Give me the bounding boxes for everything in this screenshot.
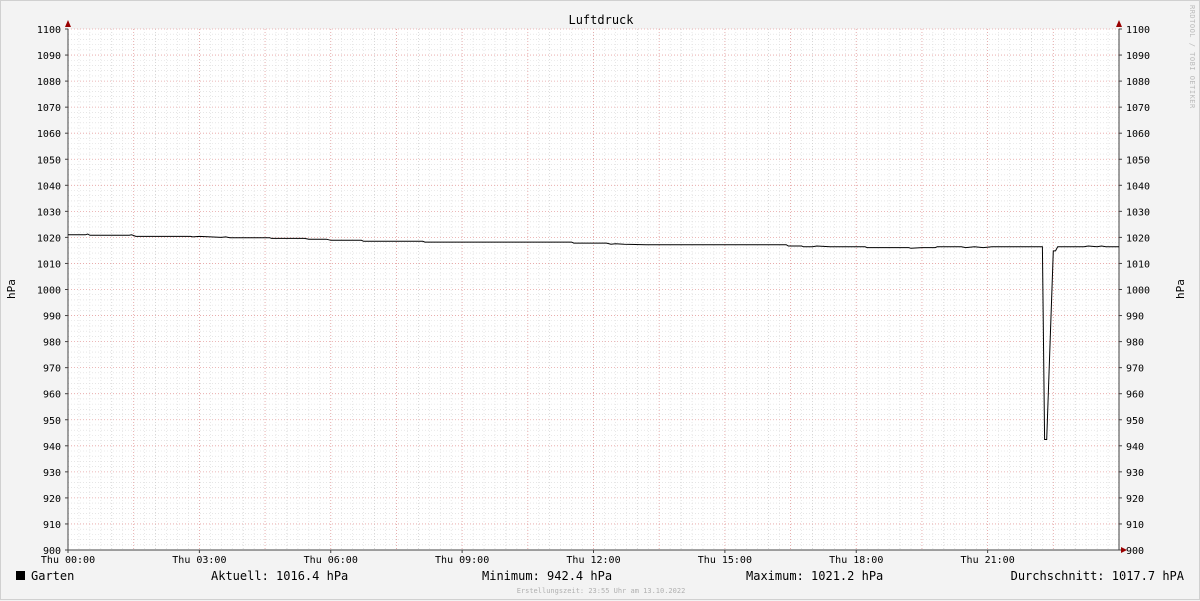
y-tick-label-left: 1060 <box>37 129 61 140</box>
y-tick-label-left: 990 <box>43 312 61 323</box>
y-tick-label-right: 1040 <box>1126 181 1150 192</box>
y-tick-label-left: 940 <box>43 442 61 453</box>
y-tick-label-left: 950 <box>43 416 61 427</box>
legend-minimum: Minimum: 942.4 hPa <box>482 569 612 583</box>
y-axis-label-left: hPa <box>5 279 18 299</box>
x-tick-label: Thu 12:00 <box>566 555 620 566</box>
y-tick-label-right: 970 <box>1126 364 1144 375</box>
x-tick-label: Thu 09:00 <box>435 555 489 566</box>
x-tick-label: Thu 03:00 <box>172 555 226 566</box>
y-tick-label-right: 1080 <box>1126 77 1150 88</box>
y-tick-label-right: 1090 <box>1126 51 1150 62</box>
chart-window: Luftdruck 900 910 920 930 940 950 960 970 980 990… <box>0 0 1200 600</box>
y-tick-label-right: 1010 <box>1126 259 1150 270</box>
y-tick-label-left: 980 <box>43 338 61 349</box>
y-tick-label-left: 1100 <box>37 25 61 36</box>
y-tick-label-left: 1010 <box>37 259 61 270</box>
y-tick-label-left: 1070 <box>37 103 61 114</box>
y-tick-label-right: 980 <box>1126 338 1144 349</box>
y-tick-label-right: 1050 <box>1126 155 1150 166</box>
y-tick-label-left: 1000 <box>37 286 61 297</box>
legend-maximum: Maximum: 1021.2 hPa <box>746 569 883 583</box>
y-tick-label-left: 1080 <box>37 77 61 88</box>
legend-swatch <box>16 571 25 580</box>
y-tick-label-right: 1100 <box>1126 25 1150 36</box>
pressure-chart: Luftdruck 900 910 920 930 940 950 960 970 980 990… <box>5 5 1196 595</box>
legend-current: Aktuell: 1016.4 hPa <box>211 569 348 583</box>
y-tick-label-right: 930 <box>1126 468 1144 479</box>
y-tick-label-left: 920 <box>43 494 61 505</box>
y-tick-label-right: 920 <box>1126 494 1144 505</box>
y-tick-label-right: 940 <box>1126 442 1144 453</box>
y-tick-label-right: 990 <box>1126 312 1144 323</box>
x-tick-label: Thu 18:00 <box>829 555 883 566</box>
y-tick-label-left: 1030 <box>37 207 61 218</box>
rrdtool-watermark: RRDTOOL / TOBI OETIKER <box>1188 5 1196 109</box>
x-axis-ticks: Thu 00:00 Thu 03:00 Thu 06:00 Thu 09:00 Thu … <box>41 550 1015 566</box>
y-tick-label-right: 1070 <box>1126 103 1150 114</box>
y-tick-label-right: 950 <box>1126 416 1144 427</box>
y-axis-right-arrow-icon <box>1116 20 1122 27</box>
y-tick-label-right: 900 <box>1126 546 1144 557</box>
y-tick-label-left: 910 <box>43 520 61 531</box>
chart-title: Luftdruck <box>568 13 634 27</box>
y-tick-label-right: 1030 <box>1126 207 1150 218</box>
x-tick-label: Thu 15:00 <box>698 555 752 566</box>
y-tick-label-left: 1040 <box>37 181 61 192</box>
y-tick-label-left: 970 <box>43 364 61 375</box>
y-tick-label-left: 1090 <box>37 51 61 62</box>
x-tick-label: Thu 00:00 <box>41 555 95 566</box>
y-tick-label-right: 1020 <box>1126 233 1150 244</box>
x-tick-label: Thu 06:00 <box>304 555 358 566</box>
y-tick-label-left: 930 <box>43 468 61 479</box>
y-axis-label-right: hPa <box>1174 279 1187 299</box>
y-tick-label-right: 960 <box>1126 390 1144 401</box>
y-tick-label-right: 1060 <box>1126 129 1150 140</box>
y-tick-label-right: 1000 <box>1126 286 1150 297</box>
y-tick-label-right: 910 <box>1126 520 1144 531</box>
y-tick-label-left: 1050 <box>37 155 61 166</box>
creation-time: Erstellungszeit: 23:55 Uhr am 13.10.2022 <box>517 587 686 595</box>
legend-series-name: Garten <box>31 569 74 583</box>
legend-average: Durchschnitt: 1017.7 hPA <box>1011 569 1185 583</box>
y-axis-right-ticks: 900 910 920 930 940 950 960 970 980 990 1000 1010 10… <box>1119 25 1150 557</box>
y-tick-label-left: 960 <box>43 390 61 401</box>
y-tick-label-left: 1020 <box>37 233 61 244</box>
y-axis-left-arrow-icon <box>65 20 71 27</box>
y-axis-left-ticks: 9009109209309409509609709809901000101010… <box>37 25 68 557</box>
x-tick-label: Thu 21:00 <box>961 555 1015 566</box>
